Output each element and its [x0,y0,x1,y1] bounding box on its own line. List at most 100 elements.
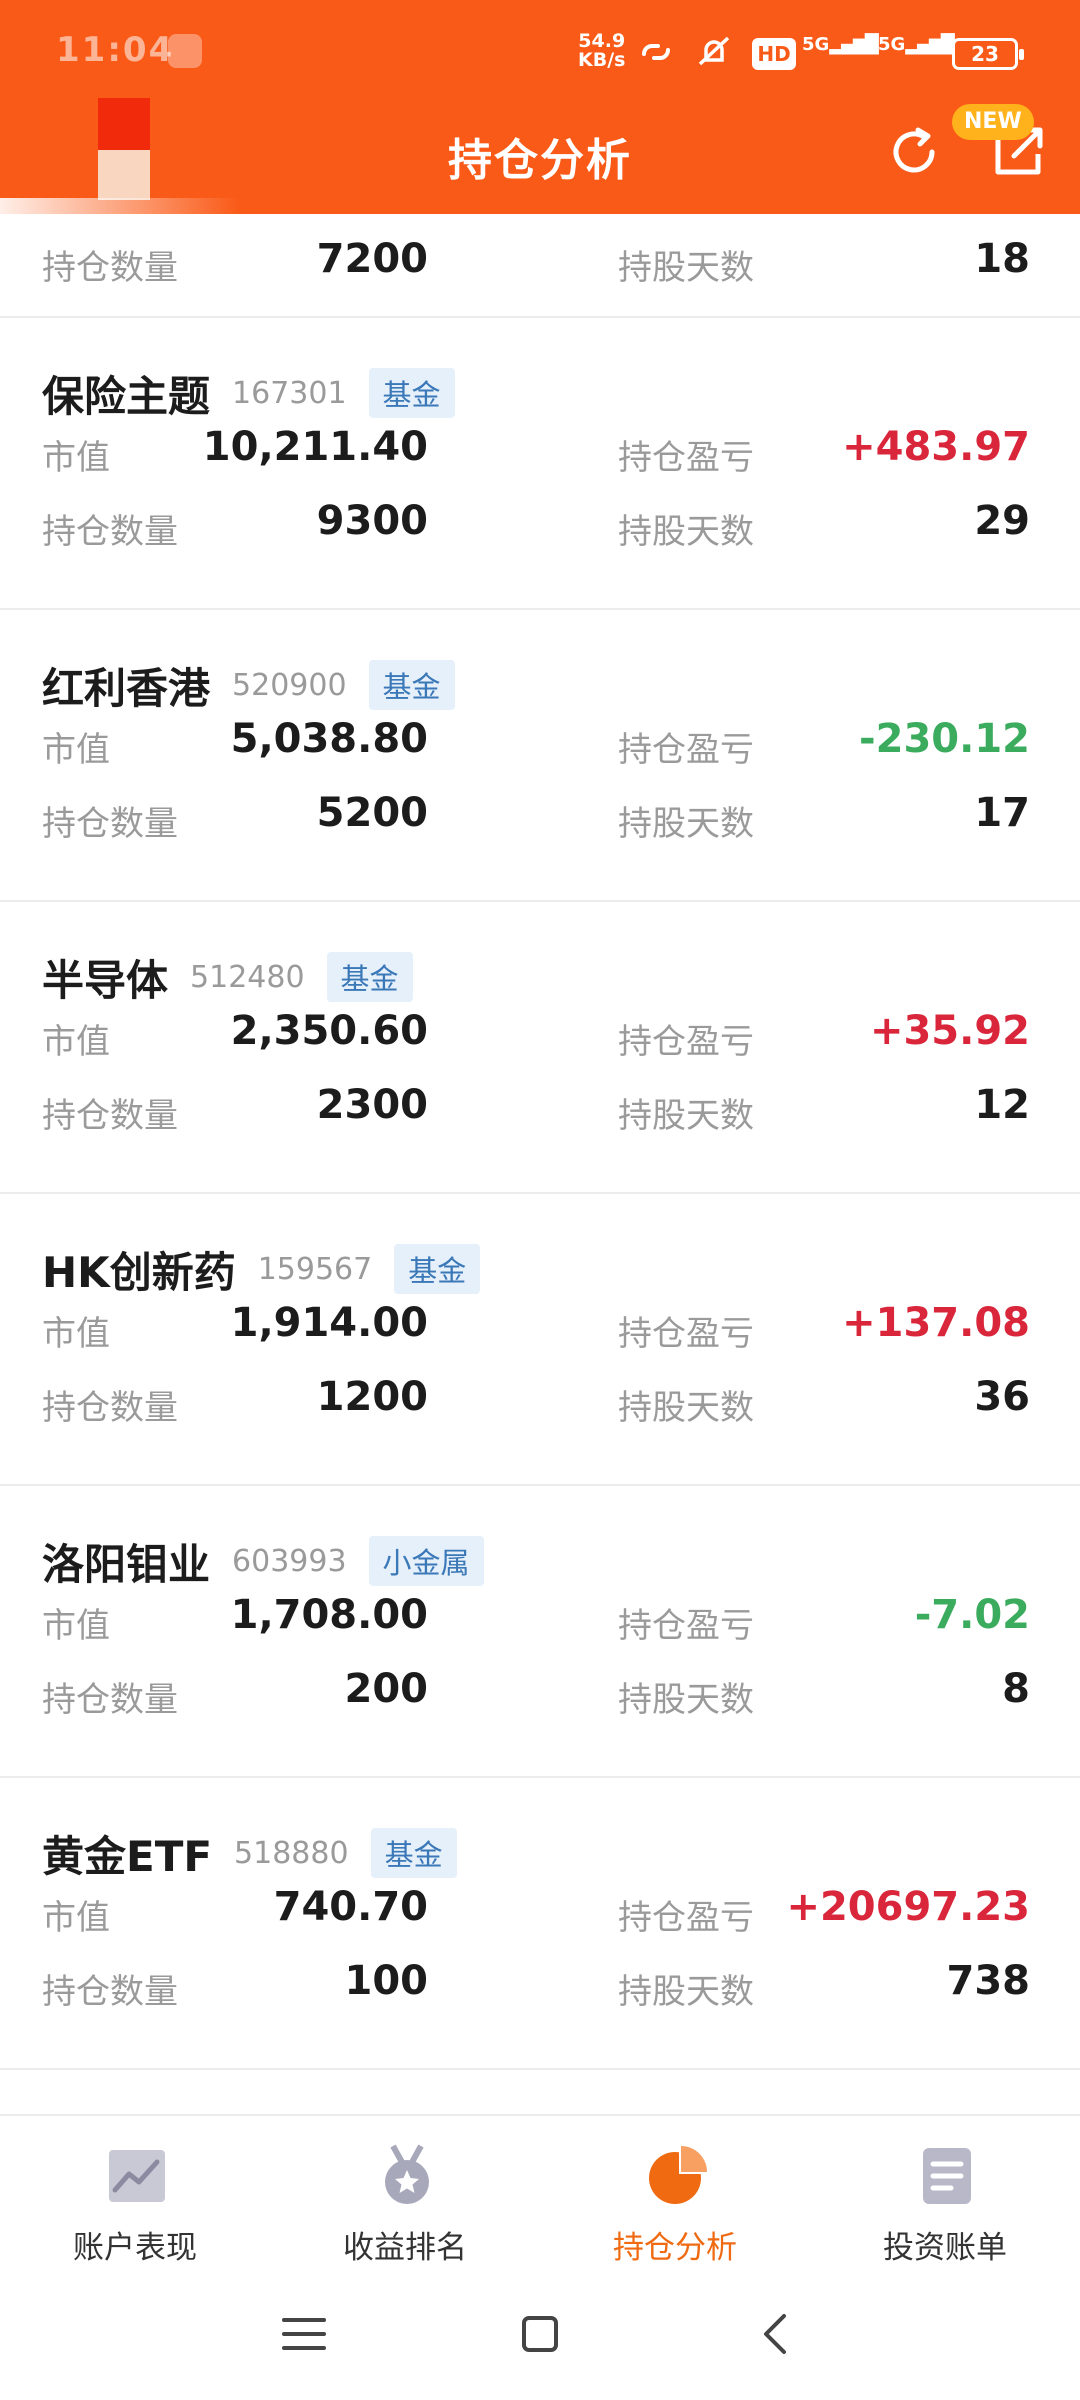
list-item-partial: 持仓数量 7200 持股天数 18 [0,214,1080,318]
system-navigation-bar [0,2264,1080,2400]
holding-code: 603993 [232,1543,347,1579]
holding-tag: 小金属 [368,1536,484,1586]
tab-label: 投资账单 [883,2230,1007,2266]
holding-tag: 基金 [370,1828,457,1878]
days-label: 持股天数 [618,248,754,288]
home-icon[interactable] [510,2304,570,2364]
days-label: 持股天数 [618,1096,754,1136]
medal-icon [385,2144,429,2204]
qty-value: 2300 [316,1082,428,1128]
qty-label: 持仓数量 [42,1096,178,1136]
holding-name: 黄金ETF [42,1831,213,1881]
holding-name: HK创新药 [42,1247,236,1297]
market-value: 2,350.60 [230,1008,428,1054]
days-value: 18 [974,236,1030,282]
market-value: 10,211.40 [202,424,428,470]
holding-card[interactable]: 黄金ETF 518880 基金 市值 740.70 持仓盈亏 +20697.23… [0,1778,1080,2070]
holding-card[interactable]: 洛阳钼业 603993 小金属 市值 1,708.00 持仓盈亏 -7.02 持… [0,1486,1080,1778]
document-icon [923,2148,971,2204]
market-value: 740.70 [273,1884,428,1930]
qty-label: 持仓数量 [42,1680,178,1720]
pnl-value: +483.97 [842,424,1030,470]
status-time: 11:04 [56,30,175,70]
refresh-icon[interactable] [884,122,946,184]
qty-value: 7200 [316,236,428,282]
pnl-value: +35.92 [869,1008,1030,1054]
market-value: 5,038.80 [230,716,428,762]
market-value-label: 市值 [42,1898,110,1938]
app-header: 11:04 54.9 KB/s HD 5G▂▄▆█ 5G▂▄▆█ 23 持仓分析… [0,0,1080,214]
market-value: 1,708.00 [230,1592,428,1638]
qty-label: 持仓数量 [42,512,178,552]
days-label: 持股天数 [618,512,754,552]
chart-trend-icon [109,2150,165,2202]
tab-label: 持仓分析 [613,2230,737,2266]
tab-account-performance[interactable]: 账户表现 [0,2134,270,2266]
tab-label: 账户表现 [73,2230,197,2266]
menu-icon[interactable] [274,2304,334,2364]
tab-profit-ranking[interactable]: 收益排名 [270,2134,540,2266]
pnl-label: 持仓盈亏 [618,1022,754,1062]
holding-card[interactable]: HK创新药 159567 基金 市值 1,914.00 持仓盈亏 +137.08… [0,1194,1080,1486]
battery-icon: 23 [952,38,1024,70]
link-icon [642,44,670,60]
holding-card[interactable]: 半导体 512480 基金 市值 2,350.60 持仓盈亏 +35.92 持仓… [0,902,1080,1194]
holding-tag: 基金 [368,368,455,418]
qty-value: 9300 [316,498,428,544]
holding-header: 半导体 512480 基金 [42,952,413,1005]
qty-value: 5200 [316,790,428,836]
holding-header: 洛阳钼业 603993 小金属 [42,1536,484,1589]
tab-investment-bill[interactable]: 投资账单 [810,2134,1080,2266]
mute-bell-icon [698,36,730,66]
header-blur-strip [0,198,240,214]
market-value-label: 市值 [42,730,110,770]
qty-value: 100 [344,1958,429,2004]
market-value-label: 市值 [42,1606,110,1646]
market-value-label: 市值 [42,438,110,478]
days-label: 持股天数 [618,804,754,844]
days-value: 8 [1002,1666,1030,1712]
pnl-value: -230.12 [859,716,1030,762]
days-value: 12 [974,1082,1030,1128]
pnl-label: 持仓盈亏 [618,1314,754,1354]
pnl-label: 持仓盈亏 [618,730,754,770]
tab-label: 收益排名 [343,2230,467,2266]
days-value: 17 [974,790,1030,836]
qty-label: 持仓数量 [42,248,178,288]
holding-code: 512480 [190,959,305,995]
holding-tag: 基金 [394,1244,481,1294]
holdings-list[interactable]: 持仓数量 7200 持股天数 18 保险主题 167301 基金 市值 10,2… [0,214,1080,2114]
days-value: 738 [946,1958,1031,2004]
hd-icon: HD [752,38,796,70]
holding-header: HK创新药 159567 基金 [42,1244,481,1297]
notification-app-icon [168,34,202,68]
signal-5g-1-icon: 5G▂▄▆█ [802,34,879,55]
holding-header: 保险主题 167301 基金 [42,368,455,421]
bottom-tab-bar: 账户表现 收益排名 持仓分析 投资账单 [0,2114,1080,2266]
holding-name: 半导体 [42,955,169,1005]
holding-tag: 基金 [326,952,413,1002]
tab-holdings-analysis[interactable]: 持仓分析 [540,2134,810,2266]
holding-code: 520900 [232,667,347,703]
new-badge: NEW [952,104,1034,140]
holding-card[interactable]: 红利香港 520900 基金 市值 5,038.80 持仓盈亏 -230.12 … [0,610,1080,902]
holding-code: 518880 [234,1835,349,1871]
market-value-label: 市值 [42,1314,110,1354]
qty-value: 200 [344,1666,429,1712]
pnl-label: 持仓盈亏 [618,1898,754,1938]
qty-value: 1200 [316,1374,428,1420]
days-label: 持股天数 [618,1972,754,2012]
market-value-label: 市值 [42,1022,110,1062]
network-speed: 54.9 KB/s [578,30,626,71]
holding-tag: 基金 [368,660,455,710]
holding-card[interactable]: 保险主题 167301 基金 市值 10,211.40 持仓盈亏 +483.97… [0,318,1080,610]
signal-5g-2-icon: 5G▂▄▆█ [878,34,955,55]
days-label: 持股天数 [618,1680,754,1720]
pnl-value: -7.02 [914,1592,1030,1638]
days-value: 29 [974,498,1030,544]
back-icon[interactable] [746,2304,806,2364]
holding-code: 159567 [257,1251,373,1287]
holding-code: 167301 [232,375,347,411]
pie-chart-icon [649,2146,707,2204]
holding-name: 洛阳钼业 [42,1539,211,1589]
